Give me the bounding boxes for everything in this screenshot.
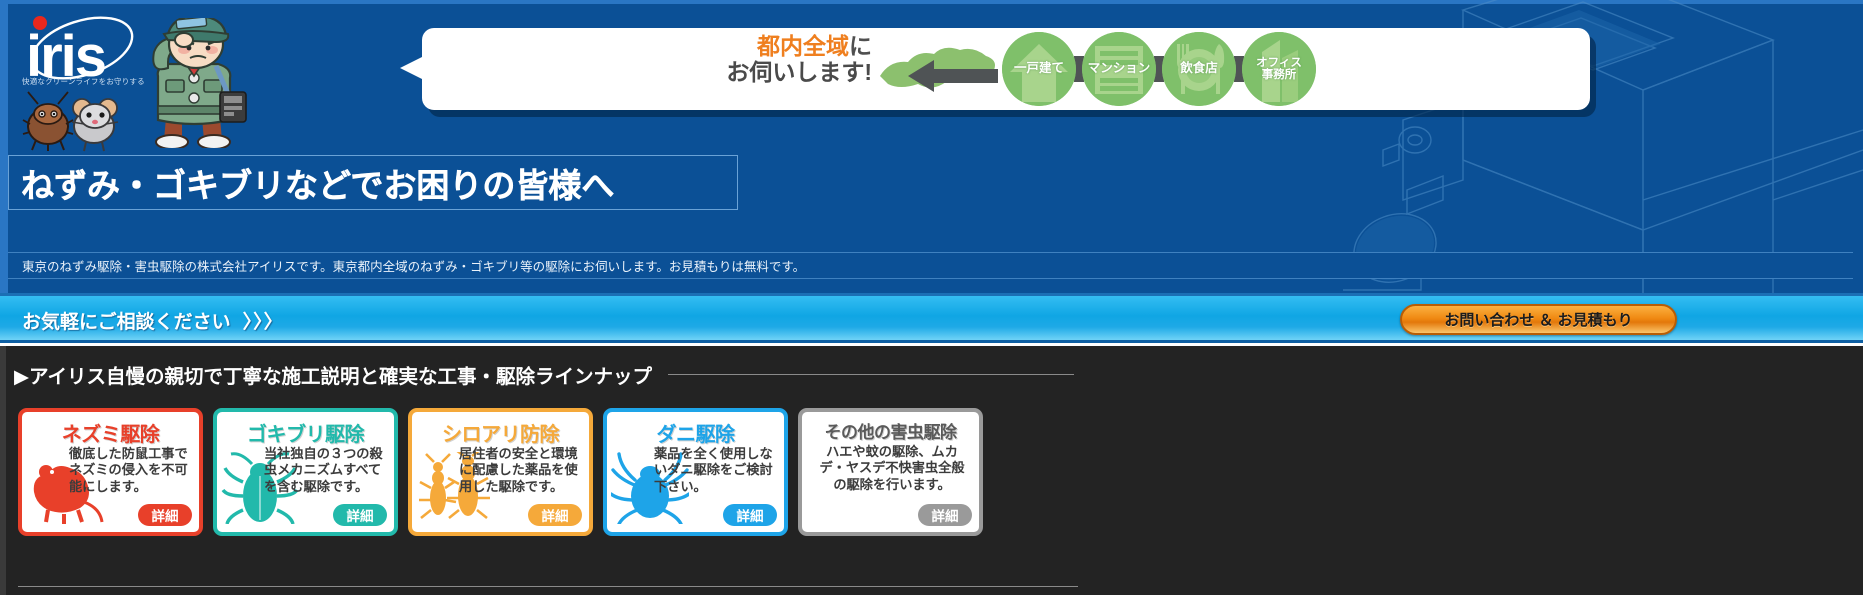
hero-description-text: 東京のねずみ駆除・害虫駆除の株式会社アイリスです。東京都内全域のねずみ・ゴキブリ… <box>22 260 806 274</box>
lineup-title-row: ▶アイリス自慢の親切で丁寧な施工説明と確実な工事・駆除ラインナップ <box>14 360 1074 388</box>
pill-office[interactable]: オフィス 事務所 <box>1242 32 1316 106</box>
hero-left-border <box>0 0 8 293</box>
service-card-rat[interactable]: ネズミ駆除 徹底した防鼠工事でネズミの侵入を不可能にします。 詳細 <box>18 408 203 536</box>
section-left-rail <box>0 346 6 595</box>
detail-button-other[interactable]: 詳細 <box>918 504 972 526</box>
card-title-other: その他の害虫駆除 <box>824 423 958 442</box>
section-bottom-rule <box>18 586 1078 587</box>
card-body-mite: 薬品を全く使用しないダニ駆除をご検討下さい。 <box>654 446 773 494</box>
brand-logo-block[interactable]: iris 快適なクリーンライフをお守りする <box>14 8 264 152</box>
target-property-pills: 一戸建て マンション 飲食店 オフィス 事務所 <box>1002 32 1316 106</box>
contact-button-label: お問い合わせ ＆ お見積もり <box>1444 312 1633 329</box>
pill-label-restaurant: 飲食店 <box>1180 61 1218 76</box>
hero-headline-band: ねずみ・ゴキブリなどでお困りの皆様へ <box>8 155 738 210</box>
cta-bar: お気軽にご相談ください 〉〉〉 お問い合わせ ＆ お見積もり <box>0 293 1863 343</box>
lineup-section: ▶アイリス自慢の親切で丁寧な施工説明と確実な工事・駆除ラインナップ ネズミ駆除 … <box>0 346 1863 595</box>
coverage-highlight: 都内全域 <box>757 33 849 59</box>
mascot-worker-character-icon <box>152 18 247 148</box>
hero-banner: iris 快適なクリーンライフをお守りする 都内全域に お伺いします! 一戸建て… <box>0 0 1863 293</box>
detail-button-termite[interactable]: 詳細 <box>528 504 582 526</box>
page-root: iris 快適なクリーンライフをお守りする 都内全域に お伺いします! 一戸建て… <box>0 0 1863 595</box>
detail-button-rat[interactable]: 詳細 <box>138 504 192 526</box>
card-title-cockroach: ゴキブリ駆除 <box>247 424 365 446</box>
lineup-title: ▶アイリス自慢の親切で丁寧な施工説明と確実な工事・駆除ラインナップ <box>14 365 653 388</box>
contact-and-quote-button[interactable]: お問い合わせ ＆ お見積もり <box>1400 304 1677 335</box>
card-body-termite: 居住者の安全と環境に配慮した薬品を使用した駆除です。 <box>459 446 578 494</box>
service-card-other[interactable]: その他の害虫駆除 ハエや蚊の駆除、ムカデ・ヤスデ不快害虫全般の駆除を行います。 … <box>798 408 983 536</box>
card-body-cockroach: 当社独自の３つの殺虫メカニズムすべてを含む駆除です。 <box>264 446 383 494</box>
card-body-other: ハエや蚊の駆除、ムカデ・ヤスデ不快害虫全般の駆除を行います。 <box>819 444 965 492</box>
card-body-rat: 徹底した防鼠工事でネズミの侵入を不可能にします。 <box>69 446 188 494</box>
service-card-cockroach[interactable]: ゴキブリ駆除 当社独自の３つの殺虫メカニズムすべてを含む駆除です。 詳細 <box>213 408 398 536</box>
page-title: ねずみ・ゴキブリなどでお困りの皆様へ <box>21 166 615 204</box>
pill-apartment[interactable]: マンション <box>1082 32 1156 106</box>
chevrons-icon: 〉〉〉 <box>242 312 284 333</box>
detail-button-mite[interactable]: 詳細 <box>723 504 777 526</box>
pill-label-office: オフィス 事務所 <box>1256 56 1302 81</box>
coverage-headline: 都内全域に お伺いします! <box>622 33 872 86</box>
cta-message: お気軽にご相談ください 〉〉〉 <box>22 307 284 334</box>
detail-button-cockroach[interactable]: 詳細 <box>333 504 387 526</box>
hero-description-strip: 東京のねずみ駆除・害虫駆除の株式会社アイリスです。東京都内全域のねずみ・ゴキブリ… <box>8 252 1853 279</box>
pill-restaurant[interactable]: 飲食店 <box>1162 32 1236 106</box>
service-card-termite[interactable]: シロアリ防除 居住者の安全と環境に配慮した薬品を使用した駆除です。 詳細 <box>408 408 593 536</box>
svg-text:iris: iris <box>26 24 105 84</box>
pill-detached-house[interactable]: 一戸建て <box>1002 32 1076 106</box>
coverage-suffix: に <box>849 33 872 59</box>
pill-label-house: 一戸建て <box>1013 61 1064 76</box>
card-title-mite: ダニ駆除 <box>656 424 736 446</box>
pill-label-apartment: マンション <box>1087 61 1151 76</box>
card-title-termite: シロアリ防除 <box>442 424 560 446</box>
coverage-line2: お伺いします! <box>726 58 872 85</box>
service-card-mite[interactable]: ダニ駆除 薬品を全く使用しないダニ駆除をご検討下さい。 詳細 <box>603 408 788 536</box>
lineup-title-rule <box>668 373 1074 375</box>
left-arrow-icon <box>908 60 998 92</box>
mascot-pests-icon <box>22 91 119 152</box>
service-card-row: ネズミ駆除 徹底した防鼠工事でネズミの侵入を不可能にします。 詳細 ゴキブリ駆除 <box>18 408 983 536</box>
coverage-callout-bubble: 都内全域に お伺いします! 一戸建て マンション 飲食店 オフィス 事務所 <box>422 28 1590 110</box>
cta-message-text: お気軽にご相談ください <box>22 312 231 333</box>
card-title-rat: ネズミ駆除 <box>61 424 160 446</box>
